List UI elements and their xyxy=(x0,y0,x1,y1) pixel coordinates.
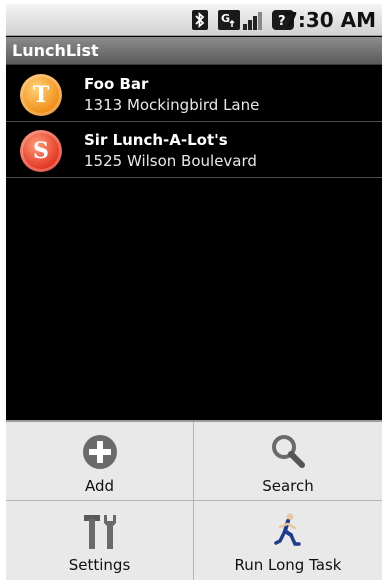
signal-strength-icon xyxy=(242,10,264,30)
options-menu: Add Search Settings Run Long Task xyxy=(6,420,382,580)
device-screen: G ? 7:30 AM LunchList T Foo Bar 1313 Moc… xyxy=(6,4,382,580)
svg-text:G: G xyxy=(221,12,230,25)
menu-item-run-long-task[interactable]: Run Long Task xyxy=(194,501,382,580)
menu-label: Search xyxy=(262,477,314,495)
restaurant-address: 1525 Wilson Boulevard xyxy=(84,152,257,170)
data-connection-icon: G xyxy=(218,10,240,30)
status-time: 7:30 AM xyxy=(283,8,376,32)
status-bar: G ? 7:30 AM xyxy=(6,4,382,36)
restaurant-name: Sir Lunch-A-Lot's xyxy=(84,131,228,149)
menu-item-settings[interactable]: Settings xyxy=(6,501,194,580)
take-out-icon: T xyxy=(20,74,62,116)
runner-icon xyxy=(268,511,308,551)
sit-down-icon: S xyxy=(20,130,62,172)
list-item[interactable]: T Foo Bar 1313 Mockingbird Lane xyxy=(6,66,382,122)
restaurant-name: Foo Bar xyxy=(84,75,149,93)
add-icon xyxy=(80,432,120,472)
restaurant-list: T Foo Bar 1313 Mockingbird Lane S Sir Lu… xyxy=(6,66,382,178)
list-item[interactable]: S Sir Lunch-A-Lot's 1525 Wilson Boulevar… xyxy=(6,122,382,178)
app-title-bar: LunchList xyxy=(6,37,382,65)
menu-label: Run Long Task xyxy=(234,556,342,574)
restaurant-address: 1313 Mockingbird Lane xyxy=(84,96,260,114)
settings-tools-icon xyxy=(80,511,120,551)
app-title: LunchList xyxy=(12,41,99,60)
menu-label: Add xyxy=(84,477,115,495)
bluetooth-icon xyxy=(192,10,208,30)
menu-label: Settings xyxy=(68,556,131,574)
search-icon xyxy=(268,432,308,472)
menu-item-search[interactable]: Search xyxy=(194,422,382,501)
menu-item-add[interactable]: Add xyxy=(6,422,194,501)
